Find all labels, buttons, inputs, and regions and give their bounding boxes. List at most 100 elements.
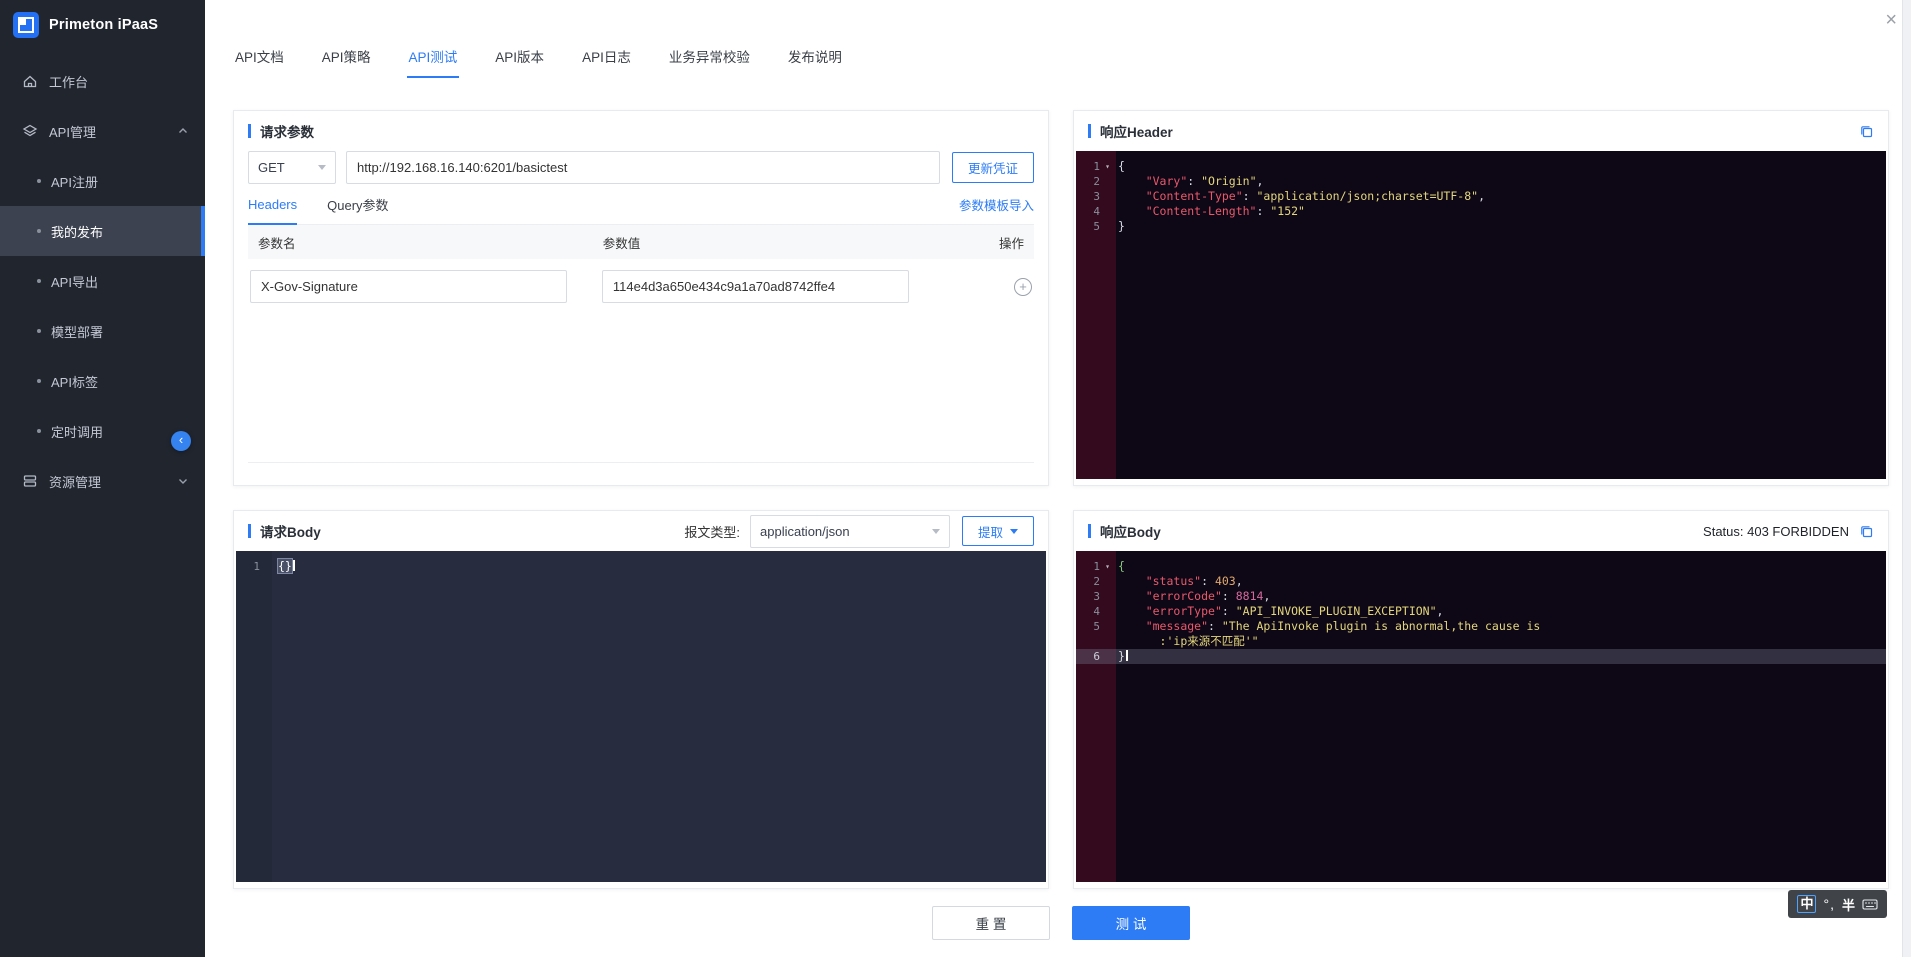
detail-tabs: API文档 API策略 API测试 API版本 API日志 业务异常校验 发布说… (205, 0, 1911, 88)
sidebar-item-label: 定时调用 (51, 422, 103, 441)
title-accent-bar (248, 124, 251, 138)
tab-api-log[interactable]: API日志 (582, 46, 631, 78)
code-line: 1▾{ (1076, 559, 1886, 574)
page-scrollbar-track[interactable] (1902, 0, 1911, 957)
fold-gutter (1100, 204, 1115, 219)
fold-caret-icon[interactable]: ▾ (1100, 559, 1115, 574)
sidebar-item-label: API管理 (49, 122, 96, 141)
bullet-icon (37, 229, 41, 233)
sidebar-item-my-publish[interactable]: 我的发布 (0, 206, 205, 256)
add-param-icon[interactable]: + (1014, 278, 1032, 296)
request-body-editor[interactable]: 1{} (236, 551, 1046, 882)
response-header-editor[interactable]: 1▾{2 "Vary": "Origin",3 "Content-Type": … (1076, 151, 1886, 479)
copy-icon[interactable] (1859, 524, 1874, 539)
sidebar-item-model-deploy[interactable]: 模型部署 (0, 306, 205, 356)
sidebar-item-api-register[interactable]: API注册 (0, 156, 205, 206)
code-line: 2 "status": 403, (1076, 574, 1886, 589)
sidebar-item-label: 我的发布 (51, 222, 103, 241)
tab-api-test[interactable]: API测试 (409, 46, 458, 78)
url-input[interactable] (346, 151, 940, 184)
close-icon[interactable]: × (1885, 10, 1897, 30)
response-body-panel: 响应Body Status: 403 FORBIDDEN 1▾{2 "statu… (1073, 510, 1889, 889)
extract-label: 提取 (978, 522, 1003, 541)
table-divider (248, 462, 1034, 463)
text-cursor (1126, 650, 1128, 661)
title-accent-bar (248, 524, 251, 538)
tab-api-version[interactable]: API版本 (495, 46, 544, 78)
brand-icon (13, 12, 39, 38)
title-accent-bar (1088, 524, 1091, 538)
param-table-header: 参数名 参数值 操作 (248, 225, 1034, 259)
title-accent-bar (1088, 124, 1091, 138)
code-line: 3 "Content-Type": "application/json;char… (1076, 189, 1886, 204)
api-detail-drawer: × API文档 API策略 API测试 API版本 API日志 业务异常校验 发… (205, 0, 1911, 957)
keyboard-icon[interactable] (1862, 898, 1878, 911)
column-operations: 操作 (978, 233, 1024, 252)
fold-gutter (1100, 574, 1115, 589)
code-line: 2 "Vary": "Origin", (1076, 174, 1886, 189)
ime-status-bar[interactable]: 中 °, 半 (1788, 890, 1887, 918)
chevron-down-icon (932, 529, 940, 534)
panel-title: 响应Body (1100, 521, 1161, 541)
sidebar-item-api-tags[interactable]: API标签 (0, 356, 205, 406)
param-subtabs: Headers Query参数 参数模板导入 (248, 184, 1034, 225)
sidebar-collapse-button[interactable]: ‹ (171, 431, 191, 451)
request-params-panel: 请求参数 GET 更新凭证 Headers (233, 110, 1049, 486)
tab-api-policy[interactable]: API策略 (322, 46, 371, 78)
copy-icon[interactable] (1859, 124, 1874, 139)
sidebar-item-label: 资源管理 (49, 472, 101, 491)
fold-gutter (1100, 634, 1115, 649)
param-name-input[interactable] (250, 270, 567, 303)
code-line: :'ip来源不匹配'" (1076, 634, 1886, 649)
action-footer: 重 置 测 试 (233, 889, 1889, 957)
sidebar-item-api-export[interactable]: API导出 (0, 256, 205, 306)
tab-release-notes[interactable]: 发布说明 (788, 46, 842, 78)
ime-language-mode[interactable]: 中 (1797, 895, 1816, 913)
param-value-input[interactable] (602, 270, 909, 303)
sidebar-item-label: API导出 (51, 272, 98, 291)
content-type-value: application/json (760, 524, 850, 539)
test-button[interactable]: 测 试 (1072, 906, 1190, 940)
chevron-down-icon (318, 165, 326, 170)
content-type-select[interactable]: application/json (750, 515, 950, 548)
fold-caret-icon[interactable]: ▾ (1100, 159, 1115, 174)
fold-gutter (1100, 649, 1115, 664)
bullet-icon (37, 179, 41, 183)
code-line: 1{} (236, 559, 1046, 574)
fold-gutter (1100, 219, 1115, 234)
code-line: 5} (1076, 219, 1886, 234)
chevron-down-icon (177, 475, 189, 487)
tab-api-doc[interactable]: API文档 (235, 46, 284, 78)
column-param-name: 参数名 (258, 233, 603, 252)
bullet-icon (37, 329, 41, 333)
home-icon (22, 73, 38, 89)
ime-punctuation-mode[interactable]: °, (1823, 896, 1835, 912)
sidebar-item-api-management[interactable]: API管理 (0, 106, 205, 156)
subtab-headers[interactable]: Headers (248, 184, 297, 224)
sidebar-item-workbench[interactable]: 工作台 (0, 56, 205, 106)
extract-button[interactable]: 提取 (962, 516, 1034, 546)
fold-gutter (1100, 604, 1115, 619)
sidebar-item-label: 模型部署 (51, 322, 103, 341)
ime-width-mode[interactable]: 半 (1842, 895, 1855, 914)
method-select[interactable]: GET (248, 151, 336, 184)
code-line: 5 "message": "The ApiInvoke plugin is ab… (1076, 619, 1886, 634)
sidebar-item-label: API标签 (51, 372, 98, 391)
request-body-panel: 请求Body 报文类型: application/json 提取 1{} (233, 510, 1049, 889)
panel-title: 请求Body (260, 521, 321, 541)
sidebar-item-resource-management[interactable]: 资源管理 (0, 456, 205, 506)
chevron-down-icon (1010, 529, 1018, 534)
update-credential-button[interactable]: 更新凭证 (952, 152, 1034, 183)
response-body-editor[interactable]: 1▾{2 "status": 403,3 "errorCode": 8814,4… (1076, 551, 1886, 882)
sidebar-item-label: 工作台 (49, 72, 88, 91)
fold-gutter (1100, 619, 1115, 634)
tab-business-exception-check[interactable]: 业务异常校验 (669, 46, 750, 78)
reset-button[interactable]: 重 置 (932, 906, 1050, 940)
subtab-query-params[interactable]: Query参数 (327, 184, 388, 224)
fold-gutter (260, 559, 275, 574)
app-logo: Primeton iPaaS (0, 0, 205, 50)
text-cursor (293, 560, 295, 571)
fold-gutter (1100, 189, 1115, 204)
param-template-import-link[interactable]: 参数模板导入 (959, 195, 1034, 214)
app-screen: Primeton iPaaS 工作台 API管理 API注册 我的发布 (0, 0, 1911, 957)
